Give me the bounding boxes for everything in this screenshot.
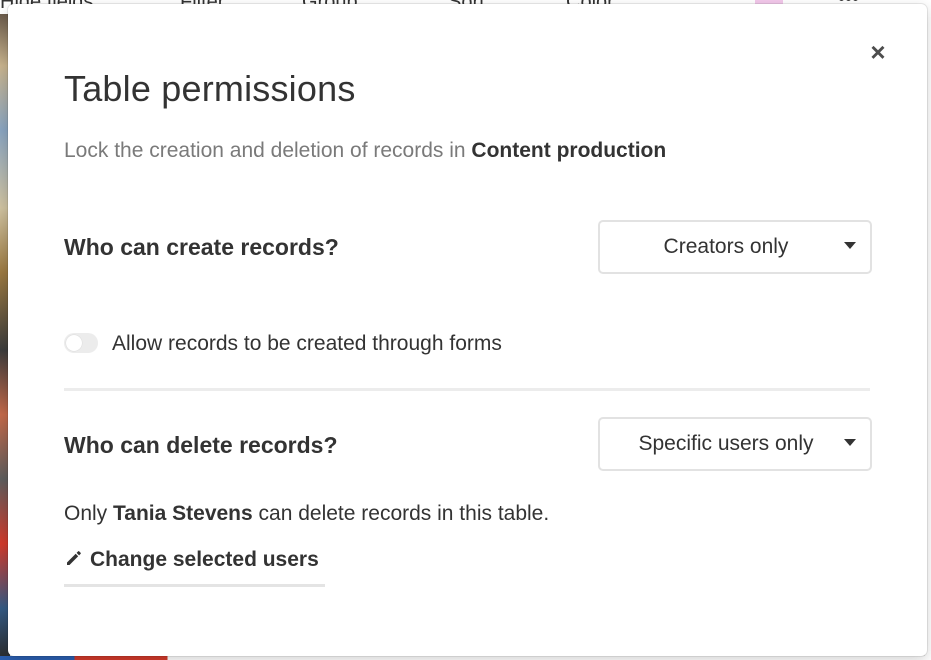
dialog-subtitle: Lock the creation and deletion of record… bbox=[64, 139, 666, 163]
create-records-label: Who can create records? bbox=[64, 234, 339, 260]
info-suffix: can delete records in this table. bbox=[252, 502, 550, 525]
caret-down-icon bbox=[844, 439, 856, 446]
delete-permission-select[interactable]: Specific users only bbox=[598, 417, 872, 471]
create-permission-select[interactable]: Creators only bbox=[598, 220, 872, 274]
info-prefix: Only bbox=[64, 502, 114, 525]
change-selected-users-label: Change selected users bbox=[90, 548, 319, 571]
pencil-icon bbox=[67, 551, 81, 565]
background-bottom-strip bbox=[0, 656, 931, 660]
delete-records-label: Who can delete records? bbox=[64, 432, 338, 458]
delete-permission-info: Only Tania Stevens can delete records in… bbox=[64, 502, 549, 526]
subtitle-text: Lock the creation and deletion of record… bbox=[64, 139, 472, 162]
close-button[interactable]: × bbox=[867, 39, 889, 65]
table-name: Content production bbox=[471, 139, 667, 162]
dialog-title: Table permissions bbox=[64, 68, 356, 109]
caret-down-icon bbox=[844, 242, 856, 249]
section-divider bbox=[64, 388, 870, 391]
selected-user-name: Tania Stevens bbox=[113, 502, 253, 525]
toggle-knob bbox=[66, 335, 82, 351]
change-selected-users-button[interactable]: Change selected users bbox=[64, 548, 325, 587]
delete-permission-value: Specific users only bbox=[638, 432, 814, 455]
forms-toggle[interactable] bbox=[64, 333, 98, 353]
table-permissions-dialog: × Table permissions Lock the creation an… bbox=[8, 4, 927, 656]
create-permission-value: Creators only bbox=[663, 235, 789, 258]
forms-toggle-label: Allow records to be created through form… bbox=[112, 332, 502, 355]
